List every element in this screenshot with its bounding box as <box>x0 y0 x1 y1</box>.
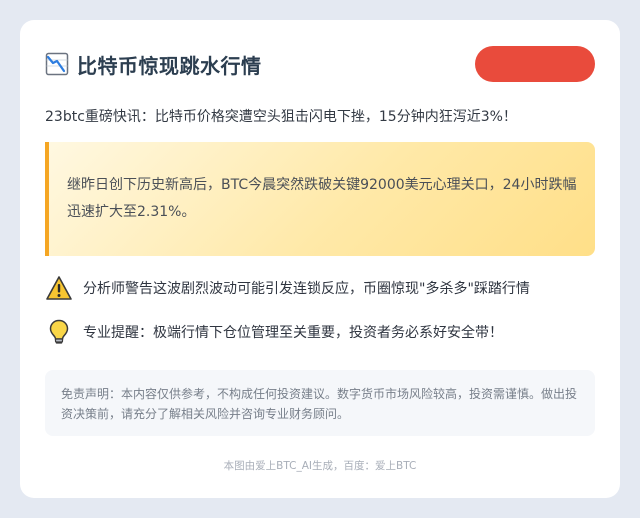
footer-credit: 本图由爱上BTC_AI生成，百度：爱上BTC <box>223 460 417 472</box>
news-card: 比特币惊现跳水行情 23btc重磅快讯：比特币价格突遭空头狙击闪电下挫，15分钟… <box>20 20 620 498</box>
warning-note: 分析师警告这波剧烈波动可能引发连锁反应，币圈惊现"多杀多"踩踏行情 <box>45 274 600 302</box>
chart-down-icon <box>45 52 69 76</box>
page-title: 比特币惊现跳水行情 <box>77 53 262 78</box>
lightbulb-icon <box>49 319 69 344</box>
highlight-box: 继昨日创下历史新高后，BTC今晨突然跌破关键92000美元心理关口，24小时跌幅… <box>45 142 595 256</box>
warning-note-text: 分析师警告这波剧烈波动可能引发连锁反应，币圈惊现"多杀多"踩踏行情 <box>83 281 530 297</box>
warning-icon <box>46 276 72 300</box>
news-headline: 23btc重磅快讯：比特币价格突遭空头狙击闪电下挫，15分钟内狂泻近3%！ <box>45 109 517 125</box>
highlight-text: 继昨日创下历史新高后，BTC今晨突然跌破关键92000美元心理关口，24小时跌幅… <box>67 177 577 220</box>
tip-note-text: 专业提醒：极端行情下仓位管理至关重要，投资者务必系好安全带！ <box>83 325 503 341</box>
disclaimer-box: 免责声明：本内容仅供参考，不构成任何投资建议。数字货币市场风险较高，投资需谨慎。… <box>45 370 595 436</box>
tip-note: 专业提醒：极端行情下仓位管理至关重要，投资者务必系好安全带！ <box>45 318 600 346</box>
status-badge <box>475 46 595 82</box>
disclaimer-text: 免责声明：本内容仅供参考，不构成任何投资建议。数字货币市场风险较高，投资需谨慎。… <box>61 387 578 421</box>
title-group: 比特币惊现跳水行情 <box>45 50 262 79</box>
card-header: 比特币惊现跳水行情 <box>45 44 595 84</box>
